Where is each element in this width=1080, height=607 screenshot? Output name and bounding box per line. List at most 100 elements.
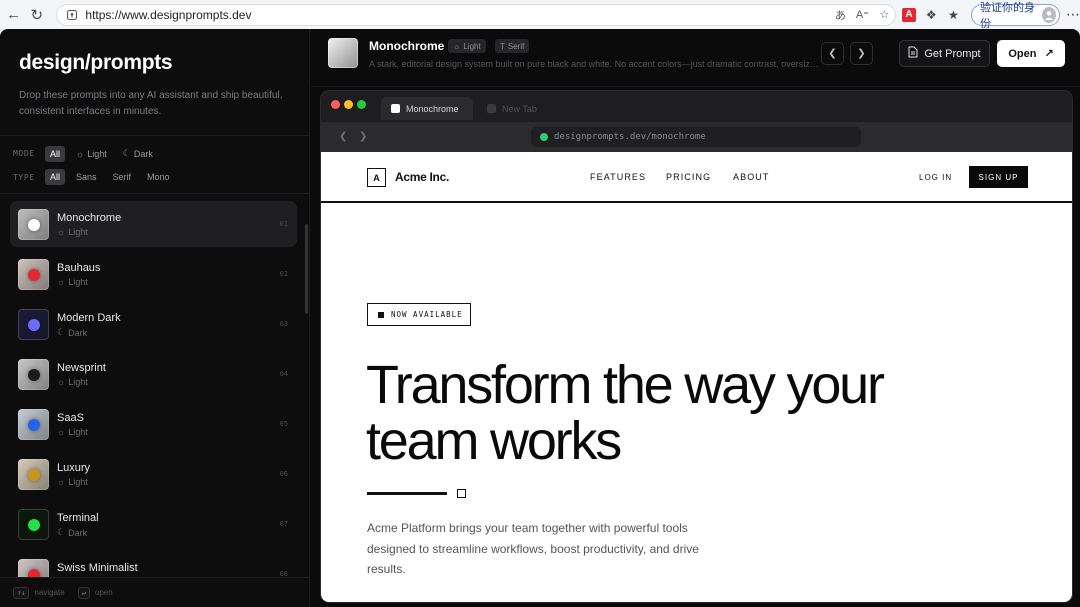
prompt-list-item[interactable]: Swiss Minimalist☼Light08 — [10, 551, 297, 577]
site-navbar: A Acme Inc. FEATURES PRICING ABOUT LOG I… — [321, 152, 1072, 203]
profile-label: 验证你的身份 — [980, 1, 1036, 30]
site-nav-features[interactable]: FEATURES — [590, 172, 646, 182]
external-arrow-icon: ↗ — [1044, 48, 1054, 60]
sidebar-scrollbar[interactable] — [305, 224, 308, 314]
site-signup-button[interactable]: SIGN UP — [969, 166, 1028, 188]
mode-all-chip[interactable]: All — [45, 145, 66, 162]
preview-url-field[interactable]: designprompts.dev/monochrome — [531, 127, 861, 147]
theme-color-dot — [27, 218, 40, 231]
site-logo-mark[interactable]: A — [367, 168, 386, 187]
preview-back-icon[interactable]: ❮ — [339, 131, 347, 142]
profile-button[interactable]: 验证你的身份 — [971, 2, 1060, 30]
selected-theme-description: A stark, editorial design system built o… — [369, 59, 819, 69]
theme-index: 02 — [279, 270, 288, 278]
prompt-list-item[interactable]: Luxury ☼ Light 06 — [10, 451, 297, 497]
theme-name: SaaS — [57, 412, 84, 424]
chevron-right-icon: ❯ — [857, 48, 866, 59]
prompt-list-item[interactable]: Bauhaus ☼ Light 02 — [10, 251, 297, 297]
site-nav-pricing[interactable]: PRICING — [666, 172, 711, 182]
theme-mode: ☾ Dark — [57, 527, 88, 538]
sun-icon: ☼ — [57, 277, 66, 287]
next-button[interactable]: ❯ — [850, 42, 873, 65]
theme-thumbnail — [18, 209, 49, 240]
maximize-window-icon[interactable] — [357, 100, 366, 109]
site-hero-heading: Transform the way your team works — [366, 355, 885, 471]
brand-title: design/prompts — [19, 51, 173, 74]
read-aloud-icon[interactable]: A⁼ — [851, 8, 873, 21]
extension-button[interactable]: A — [899, 4, 918, 26]
theme-thumbnail — [18, 409, 49, 440]
square-bullet-icon — [378, 311, 384, 318]
divider — [0, 193, 310, 194]
theme-name: Terminal — [57, 512, 99, 524]
detail-header: Monochrome ☼ Light T Serif A stark, editor… — [311, 29, 1080, 87]
sun-icon: ☼ — [76, 148, 85, 159]
preview-tab-active[interactable]: Monochrome — [381, 97, 473, 120]
get-prompt-button[interactable]: Get Prompt — [899, 40, 990, 67]
favorites-icon[interactable]: ★ — [944, 4, 963, 26]
theme-thumbnail — [18, 559, 49, 577]
type-all-chip[interactable]: All — [45, 169, 66, 185]
theme-index: 07 — [279, 520, 288, 528]
tab-favicon-icon — [391, 104, 400, 113]
moon-icon: ☾ — [57, 527, 66, 537]
address-bar[interactable]: https://www.designprompts.dev あ A⁼ ☆ — [56, 3, 897, 26]
reload-icon[interactable]: ↻ — [27, 4, 46, 26]
prompt-list-item[interactable]: Newsprint ☼ Light 04 — [10, 351, 297, 397]
sun-icon: ☼ — [57, 377, 66, 387]
preview-tab-new[interactable]: New Tab — [477, 97, 547, 120]
type-sans-chip[interactable]: Sans — [71, 169, 102, 185]
back-icon[interactable]: ← — [4, 4, 23, 26]
theme-thumbnail — [18, 359, 49, 390]
open-button[interactable]: Open ↗ — [997, 40, 1065, 67]
moon-icon: ☾ — [122, 148, 131, 158]
theme-index: 06 — [279, 470, 288, 478]
minimize-window-icon[interactable] — [344, 100, 353, 109]
mode-dark-chip[interactable]: ☾ Dark — [118, 145, 158, 162]
favorite-star-icon[interactable]: ☆ — [873, 8, 895, 21]
sun-icon: ☼ — [57, 427, 66, 437]
theme-thumbnail — [18, 309, 49, 340]
theme-mode: ☼ Light — [57, 377, 88, 387]
site-login-link[interactable]: LOG IN — [919, 173, 952, 182]
prompt-list-item[interactable]: SaaS ☼ Light 05 — [10, 401, 297, 447]
theme-mode: ☾ Dark — [57, 327, 88, 338]
theme-mode: ☼ Light — [57, 427, 88, 437]
type-serif-chip[interactable]: Serif — [108, 169, 137, 185]
pdf-extension-icon: A — [902, 7, 916, 22]
avatar-icon — [1042, 6, 1056, 23]
mode-label: MODE — [13, 149, 35, 158]
type-mono-chip[interactable]: Mono — [142, 169, 175, 185]
extensions-puzzle-icon[interactable]: ❖ — [922, 4, 941, 26]
theme-name: Newsprint — [57, 362, 106, 374]
selected-theme-title: Monochrome — [369, 39, 445, 53]
mode-light-chip[interactable]: ☼ Light — [71, 146, 112, 162]
address-url[interactable]: https://www.designprompts.dev — [85, 8, 251, 22]
theme-index: 03 — [279, 320, 288, 328]
close-window-icon[interactable] — [331, 100, 340, 109]
app-window: design/prompts Drop these prompts into a… — [0, 29, 1080, 607]
arrow-keys-hint: ↑↓ — [13, 586, 30, 599]
previous-button[interactable]: ❮ — [821, 42, 844, 65]
theme-color-dot — [27, 368, 40, 381]
site-logo-text[interactable]: Acme Inc. — [395, 170, 449, 184]
chevron-left-icon: ❮ — [828, 48, 837, 59]
site-info-icon[interactable] — [65, 8, 79, 22]
prompt-list-item[interactable]: Modern Dark ☾ Dark 03 — [10, 301, 297, 347]
navigate-hint: navigate — [34, 588, 65, 597]
more-menu-icon[interactable]: ⋯ — [1066, 6, 1080, 23]
brand-tagline: Drop these prompts into any AI assistant… — [19, 90, 283, 117]
enter-key-hint: ↵ — [77, 586, 90, 599]
mode-badge: ☼ Light — [448, 39, 486, 53]
theme-index: 01 — [279, 220, 288, 228]
theme-color-dot — [27, 468, 40, 481]
prompt-list-item[interactable]: Monochrome ☼ Light 01 — [10, 201, 297, 247]
prompt-list-item[interactable]: Terminal ☾ Dark 07 — [10, 501, 297, 547]
theme-color-dot — [27, 518, 40, 531]
site-hero-subtitle: Acme Platform brings your team together … — [367, 521, 699, 576]
translate-icon[interactable]: あ — [829, 7, 851, 23]
preview-forward-icon[interactable]: ❯ — [359, 131, 367, 142]
theme-name: Monochrome — [57, 212, 122, 224]
site-nav-about[interactable]: ABOUT — [733, 172, 770, 182]
theme-color-dot — [27, 318, 40, 331]
